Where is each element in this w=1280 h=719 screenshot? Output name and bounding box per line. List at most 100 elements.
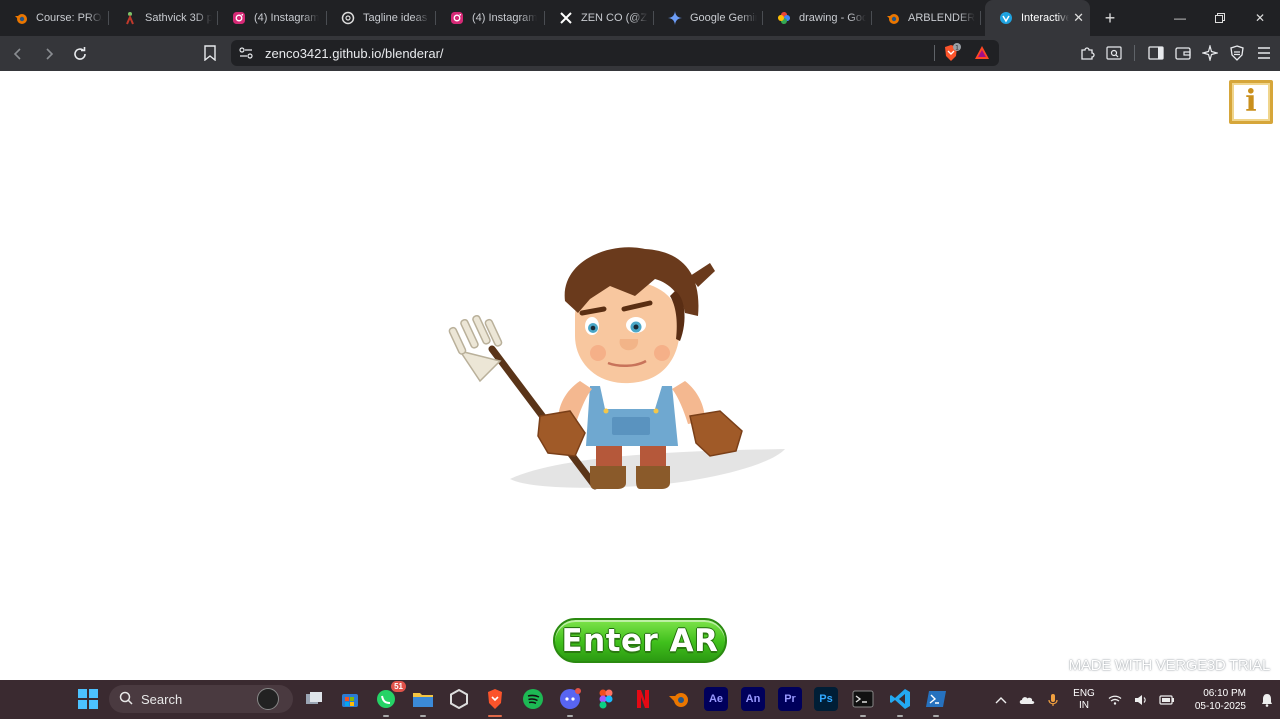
sidebar-icon[interactable] <box>1143 40 1168 66</box>
window-controls: — ✕ <box>1160 0 1280 36</box>
extensions-icon[interactable] <box>1074 40 1099 66</box>
info-icon: i <box>1245 84 1257 119</box>
search-icon <box>119 691 133 708</box>
close-tab-icon[interactable]: ✕ <box>1069 10 1084 26</box>
taskbar-search[interactable]: Search <box>109 685 293 713</box>
file-explorer-icon[interactable] <box>411 687 435 717</box>
figma-icon[interactable] <box>594 687 618 711</box>
blender-icon <box>886 11 900 25</box>
system-tray: ENG IN 06:10 PM 05-10-2025 <box>988 680 1280 719</box>
instagram-icon <box>450 11 464 25</box>
start-button[interactable] <box>78 689 98 709</box>
blender-icon <box>14 11 28 25</box>
tab-label: ARBLENDER: A <box>908 12 975 24</box>
notifications-icon[interactable] <box>1254 693 1280 707</box>
tab-tagline[interactable]: Tagline ideas fo <box>327 0 436 36</box>
wifi-icon[interactable] <box>1102 695 1128 705</box>
tab-sathvick[interactable]: Sathvick 3D pro <box>109 0 218 36</box>
powershell-icon[interactable] <box>924 687 948 717</box>
discord-icon[interactable] <box>558 687 582 717</box>
tab-label: (4) Instagram <box>472 12 538 24</box>
photoshop-icon[interactable]: Ps <box>814 687 838 711</box>
tab-label: Sathvick 3D pro <box>145 12 212 24</box>
microsoft-store-icon[interactable] <box>338 687 362 711</box>
verge3d-icon <box>999 11 1013 25</box>
wallet-icon[interactable] <box>1170 40 1195 66</box>
task-view-icon[interactable] <box>302 687 326 711</box>
tab-instagram-2[interactable]: (4) Instagram <box>436 0 545 36</box>
restore-icon[interactable] <box>1200 0 1240 36</box>
gemini-icon <box>668 11 682 25</box>
reload-icon[interactable] <box>67 41 93 67</box>
clock[interactable]: 06:10 PM 05-10-2025 <box>1180 687 1246 713</box>
tab-label: Google Gemini <box>690 12 757 24</box>
language-code: ENG <box>1073 687 1095 699</box>
new-tab-button[interactable]: + <box>1094 8 1126 29</box>
browser-toolbar: zenco3421.github.io/blenderar/ 1 <box>0 36 1280 71</box>
tab-interactive[interactable]: Interactive ✕ <box>985 0 1090 36</box>
info-button[interactable]: i <box>1229 80 1273 124</box>
tab-label: drawing - Goo <box>799 12 866 24</box>
overall-button <box>653 408 659 414</box>
clock-date: 05-10-2025 <box>1194 700 1246 712</box>
blender-taskbar-icon[interactable] <box>667 687 691 711</box>
right-cheek <box>654 345 670 361</box>
forward-icon[interactable] <box>36 41 62 67</box>
brave-icon[interactable] <box>483 687 507 717</box>
url-text: zenco3421.github.io/blenderar/ <box>265 45 444 61</box>
premiere-icon[interactable]: Pr <box>778 687 802 711</box>
minimize-icon[interactable]: — <box>1160 0 1200 36</box>
tab-instagram-1[interactable]: (4) Instagram <box>218 0 327 36</box>
netflix-icon[interactable] <box>631 687 655 711</box>
battery-icon[interactable] <box>1154 694 1180 705</box>
tab-label: Tagline ideas fo <box>363 12 430 24</box>
enter-ar-button[interactable]: Enter AR <box>553 618 727 663</box>
tab-arblender[interactable]: ARBLENDER: A <box>872 0 981 36</box>
google-photos-icon <box>777 11 791 25</box>
tab-strip: Course: PROJECT Sathvick 3D pro (4) Inst… <box>0 0 1280 36</box>
onedrive-icon[interactable] <box>1014 695 1040 705</box>
bookmark-icon[interactable] <box>198 41 222 65</box>
toolbar-actions <box>1074 40 1276 66</box>
site-settings-icon[interactable] <box>233 47 259 59</box>
farmer-character-3d-model[interactable] <box>440 221 800 511</box>
search-highlight-icon <box>257 688 279 710</box>
search-in-page-icon[interactable] <box>1101 40 1126 66</box>
clock-time: 06:10 PM <box>1203 687 1246 699</box>
leo-ai-icon[interactable] <box>1197 40 1222 66</box>
brave-rewards-icon[interactable] <box>973 44 991 62</box>
tab-drawing[interactable]: drawing - Goo <box>763 0 872 36</box>
right-boot <box>636 466 670 489</box>
brave-shields-icon[interactable]: 1 <box>941 43 961 63</box>
tab-label: Interactive <box>1021 12 1070 24</box>
tab-zenco-x[interactable]: ZEN CO (@ZEN <box>545 0 654 36</box>
left-boot <box>590 466 626 489</box>
tab-gemini[interactable]: Google Gemini <box>654 0 763 36</box>
whatsapp-icon[interactable]: 51 <box>374 681 406 717</box>
windows-taskbar: Search 51 Ae An Pr Ps ENG IN 06:10 PM 05… <box>0 680 1280 719</box>
tab-course[interactable]: Course: PROJECT <box>0 0 109 36</box>
left-glove <box>537 410 586 457</box>
after-effects-icon[interactable]: Ae <box>704 687 728 711</box>
openai-icon <box>341 11 355 25</box>
language-indicator[interactable]: ENG IN <box>1066 688 1102 712</box>
vscode-icon[interactable] <box>888 687 912 717</box>
tab-label: ZEN CO (@ZEN <box>581 12 648 24</box>
omnibox-divider <box>934 45 935 61</box>
close-window-icon[interactable]: ✕ <box>1240 0 1280 36</box>
unity-icon[interactable] <box>447 687 471 711</box>
vpn-shield-icon[interactable] <box>1224 40 1249 66</box>
tab-label: Course: PROJECT <box>36 12 103 24</box>
microphone-icon[interactable] <box>1040 693 1066 707</box>
animate-icon[interactable]: An <box>741 687 765 711</box>
enter-ar-label: Enter AR <box>561 622 719 659</box>
volume-icon[interactable] <box>1128 694 1154 706</box>
address-bar[interactable]: zenco3421.github.io/blenderar/ 1 <box>231 40 999 66</box>
region-code: IN <box>1079 699 1089 711</box>
back-icon[interactable] <box>5 41 31 67</box>
spotify-icon[interactable] <box>521 687 545 711</box>
terminal-icon[interactable] <box>851 687 875 717</box>
menu-icon[interactable] <box>1251 40 1276 66</box>
show-hidden-icons-icon[interactable] <box>988 696 1014 704</box>
search-placeholder: Search <box>141 691 183 707</box>
